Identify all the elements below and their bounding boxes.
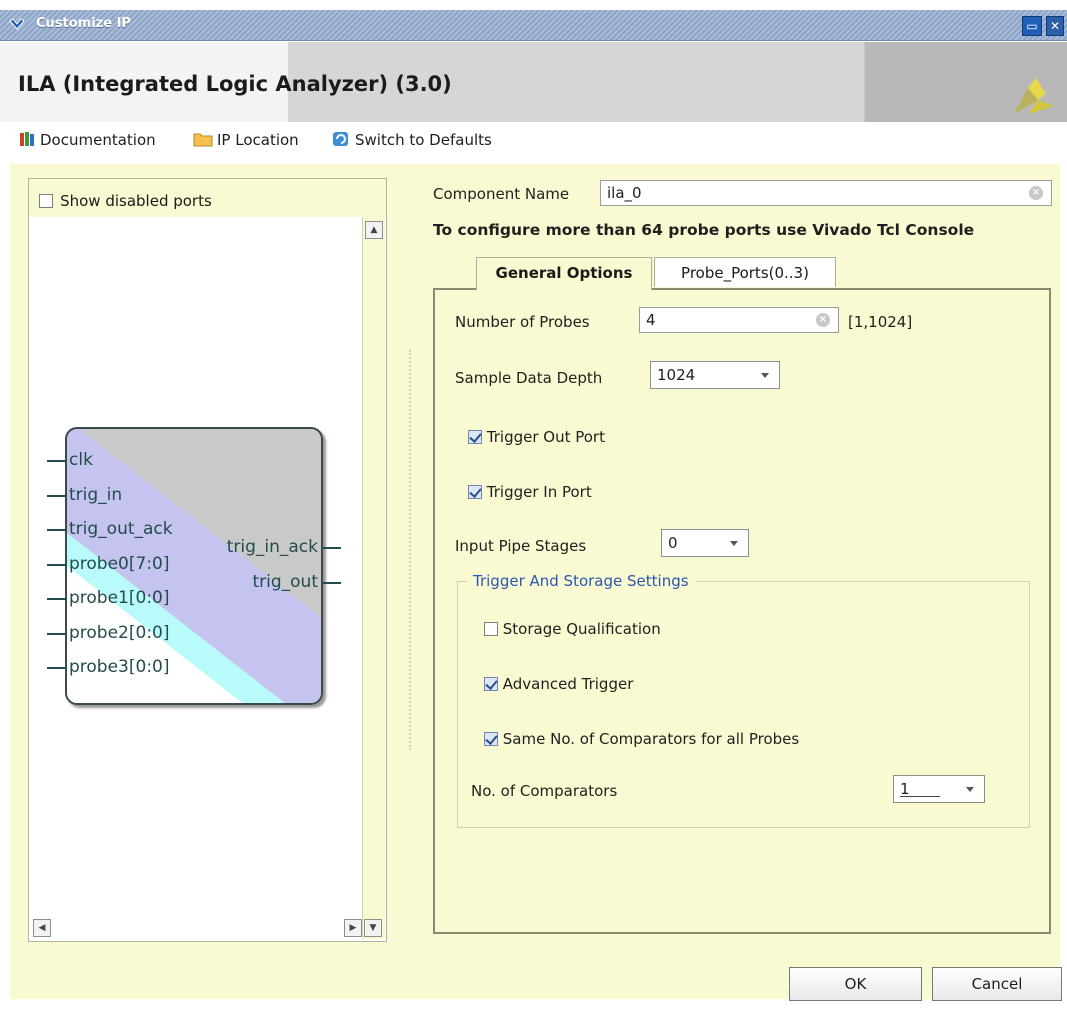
ip-title: ILA (Integrated Logic Analyzer) (3.0) [18, 72, 452, 96]
show-disabled-row: Show disabled ports [29, 179, 386, 217]
checkbox-box[interactable] [484, 677, 498, 691]
advanced-trigger-label: Advanced Trigger [502, 675, 634, 693]
ip-location-label: IP Location [217, 131, 299, 149]
checkbox-box[interactable] [484, 622, 498, 636]
comparators-label: No. of Comparators [471, 782, 618, 800]
component-name-label: Component Name [433, 185, 570, 203]
input-port-label: trig_in [69, 484, 123, 505]
trigger-in-label: Trigger In Port [486, 483, 592, 501]
num-probes-input[interactable]: 4 × [639, 307, 839, 333]
pipe-stages-label: Input Pipe Stages [455, 537, 587, 555]
folder-icon [193, 133, 213, 147]
input-port-label: probe0[7:0] [69, 553, 170, 574]
input-port-label: probe2[0:0] [69, 622, 170, 643]
show-disabled-ports-label: Show disabled ports [60, 192, 212, 210]
num-probes-value: 4 [646, 311, 656, 329]
checkbox-box[interactable] [468, 485, 482, 499]
pipe-stages-dropdown[interactable]: 0 [661, 529, 749, 557]
restore-icon[interactable]: ▭ [1022, 16, 1042, 36]
trigger-storage-title: Trigger And Storage Settings [467, 572, 695, 590]
chevron-down-icon [761, 373, 769, 378]
port-stub [323, 582, 341, 584]
same-comparators-label: Same No. of Comparators for all Probes [502, 730, 800, 748]
ok-button[interactable]: OK [789, 967, 922, 1001]
cancel-button[interactable]: Cancel [932, 967, 1062, 1001]
documentation-button[interactable]: Documentation [18, 130, 156, 149]
underline [900, 796, 940, 797]
switch-defaults-button[interactable]: Switch to Defaults [331, 130, 492, 149]
scroll-right-button[interactable]: ▶ [344, 919, 362, 937]
input-port-label: probe1[0:0] [69, 588, 170, 608]
port-stub [47, 529, 67, 531]
port-stub [323, 547, 341, 549]
trigger-in-checkbox[interactable]: Trigger In Port [468, 483, 592, 501]
scroll-down-button[interactable]: ▼ [364, 919, 382, 937]
cancel-label: Cancel [971, 975, 1023, 993]
show-disabled-ports-checkbox[interactable]: Show disabled ports [39, 191, 212, 210]
window-title-bar[interactable]: Customize IP ▭ ✕ [0, 10, 1067, 41]
tab-general-options-label: General Options [495, 264, 633, 282]
sample-depth-label: Sample Data Depth [455, 369, 603, 387]
close-icon[interactable]: ✕ [1046, 16, 1064, 36]
ip-header: ILA (Integrated Logic Analyzer) (3.0) [0, 42, 1067, 122]
port-stub [47, 667, 67, 669]
checkbox-box[interactable] [484, 732, 498, 746]
num-probes-range: [1,1024] [848, 313, 913, 331]
port-stub [47, 563, 67, 566]
sample-depth-value: 1024 [657, 366, 696, 384]
input-port-label: trig_out_ack [69, 519, 173, 539]
ip-location-button[interactable]: IP Location [193, 130, 299, 149]
storage-qualification-label: Storage Qualification [502, 620, 661, 638]
num-probes-label: Number of Probes [455, 313, 590, 331]
tab-probe-ports-label: Probe_Ports(0..3) [681, 264, 809, 282]
documentation-label: Documentation [40, 131, 156, 149]
probe-port-notice: To configure more than 64 probe ports us… [433, 221, 975, 239]
checkbox-box[interactable] [468, 430, 482, 444]
storage-qualification-checkbox[interactable]: Storage Qualification [484, 620, 661, 638]
books-icon [20, 132, 34, 146]
ok-label: OK [844, 975, 867, 993]
vertical-scrollbar[interactable]: ▲ [362, 217, 385, 939]
port-stub [47, 460, 67, 462]
chevron-down-icon[interactable] [8, 16, 26, 34]
switch-defaults-label: Switch to Defaults [355, 131, 492, 149]
input-port-label: clk [69, 450, 93, 470]
clear-icon[interactable]: × [1029, 186, 1043, 200]
refresh-icon [333, 132, 348, 146]
trigger-out-label: Trigger Out Port [486, 428, 605, 446]
same-comparators-checkbox[interactable]: Same No. of Comparators for all Probes [484, 730, 799, 748]
input-port-label: probe3[0:0] [69, 657, 170, 677]
component-name-value: ila_0 [607, 184, 642, 202]
vivado-logo-icon [1014, 78, 1054, 114]
clear-icon[interactable]: × [816, 313, 830, 327]
port-stub [47, 494, 67, 497]
chevron-down-icon [966, 787, 974, 792]
scroll-up-button[interactable]: ▲ [365, 221, 383, 239]
port-stub [47, 598, 67, 600]
window-title: Customize IP [36, 16, 131, 31]
trigger-out-checkbox[interactable]: Trigger Out Port [468, 428, 605, 446]
tab-probe-ports[interactable]: Probe_Ports(0..3) [654, 257, 836, 287]
sample-depth-dropdown[interactable]: 1024 [650, 361, 780, 389]
tab-general-options[interactable]: General Options [476, 257, 652, 290]
port-stub [47, 632, 67, 635]
component-name-input[interactable]: ila_0 × [600, 180, 1052, 206]
advanced-trigger-checkbox[interactable]: Advanced Trigger [484, 675, 633, 693]
panel-splitter[interactable] [409, 350, 411, 750]
scroll-left-button[interactable]: ◀ [33, 919, 51, 937]
output-port-label: trig_in_ack [226, 537, 318, 557]
comparators-dropdown[interactable]: 1 [893, 775, 985, 803]
output-port-label: trig_out [252, 572, 318, 592]
chevron-down-icon [730, 541, 738, 546]
checkbox-box[interactable] [39, 194, 53, 208]
pipe-stages-value: 0 [668, 534, 678, 552]
